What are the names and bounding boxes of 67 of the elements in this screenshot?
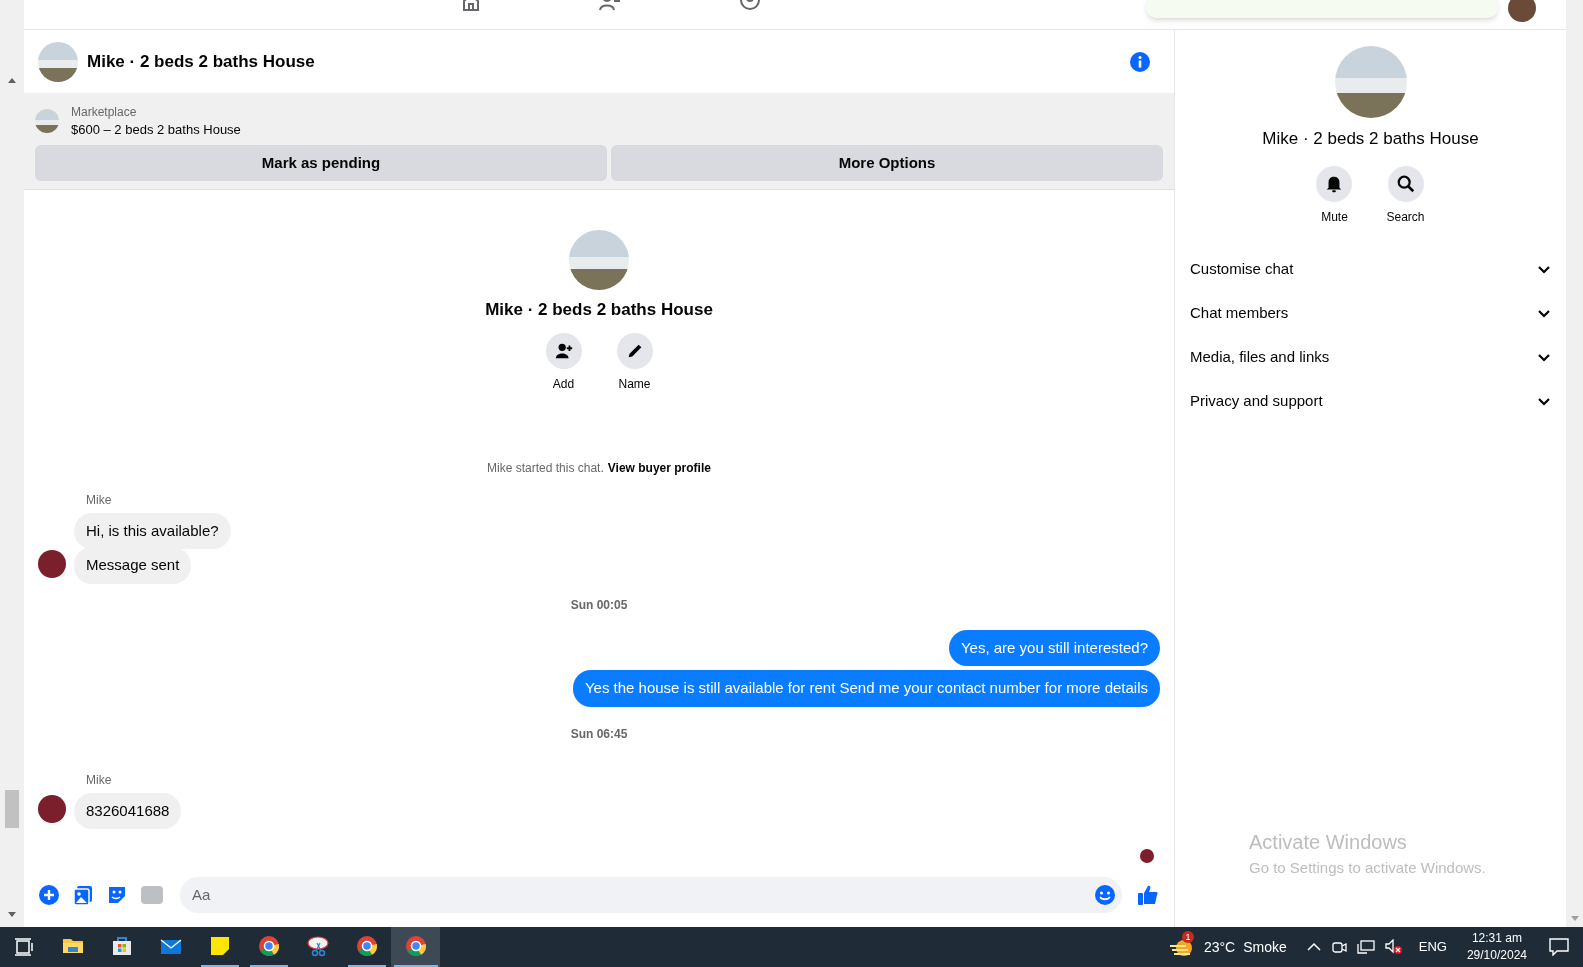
clock[interactable]: 12:31 am 29/10/2024: [1466, 930, 1527, 964]
action-label[interactable]: Mute: [1321, 207, 1348, 226]
task-view-icon[interactable]: [14, 938, 34, 956]
notifications-icon[interactable]: [1549, 938, 1569, 956]
action-label[interactable]: Add: [552, 374, 575, 393]
browser-icon[interactable]: [354, 934, 379, 958]
meet-icon[interactable]: [1330, 939, 1347, 955]
browser-icon[interactable]: [256, 934, 281, 958]
scissors-icon[interactable]: [305, 934, 330, 958]
notification-badge: 1: [1181, 931, 1194, 943]
action-label[interactable]: Name: [618, 374, 651, 393]
chat-notice: Mike started this chat.: [487, 459, 604, 477]
browser-icon[interactable]: [403, 934, 428, 958]
sticker-icon[interactable]: [106, 884, 128, 906]
sender-name: Mike: [86, 771, 113, 789]
search-icon[interactable]: [1395, 173, 1416, 194]
message-field[interactable]: Aa: [180, 877, 1122, 913]
chevron-down-icon[interactable]: [1537, 264, 1551, 275]
message-bubble: 8326041688: [74, 792, 182, 829]
buyer-profile-link[interactable]: View buyer profile: [607, 458, 711, 477]
section-toggle[interactable]: Customise chat: [1190, 247, 1551, 292]
photo-placeholder: [35, 109, 59, 133]
photo-placeholder: [569, 230, 629, 290]
thumbs-up-icon[interactable]: [1136, 883, 1160, 907]
weather-condition[interactable]: Smoke: [1243, 936, 1287, 958]
listing-title[interactable]: $600 – 2 beds 2 baths House: [71, 121, 241, 139]
listing-action-button[interactable]: More Options: [611, 145, 1163, 181]
muted-speaker-icon[interactable]: [1384, 939, 1403, 955]
read-receipt-avatar: [1140, 849, 1154, 863]
avatar: [38, 549, 66, 578]
chat-title: Mike · 2 beds 2 baths House: [1262, 128, 1479, 150]
listing-action-button[interactable]: Mark as pending: [35, 145, 607, 181]
message-bubble: Hi, is this available?: [74, 512, 231, 549]
section-toggle[interactable]: Privacy and support: [1190, 379, 1551, 424]
message-bubble: Yes the house is still available for rent Send me your contact number for more details: [572, 670, 1160, 707]
photo-placeholder: [38, 41, 78, 82]
message-bubble: Yes, are you still interested?: [948, 629, 1160, 666]
activation-subtitle: Go to Settings to activate Windows.: [1249, 857, 1487, 878]
chat-title[interactable]: Mike · 2 beds 2 baths House: [87, 48, 1120, 75]
scroll-down-arrow-icon[interactable]: [8, 912, 16, 917]
sender-name: Mike: [86, 491, 113, 509]
activation-title: Activate Windows: [1249, 829, 1408, 855]
avatar: [38, 795, 66, 823]
listing-label: Marketplace: [71, 104, 138, 121]
scroll-up-arrow-icon[interactable]: [8, 78, 16, 83]
chevron-down-icon[interactable]: [1537, 308, 1551, 319]
chevron-up-icon[interactable]: [1306, 942, 1321, 952]
section-toggle[interactable]: Media, files and links: [1190, 335, 1551, 380]
message-timestamp: Sun 00:05: [570, 596, 628, 614]
message-timestamp: Sun 06:45: [570, 725, 628, 743]
language-indicator[interactable]: ENG: [1418, 937, 1447, 957]
temperature[interactable]: 23°C: [1203, 936, 1236, 958]
chevron-down-icon[interactable]: [1537, 396, 1551, 407]
network-icon[interactable]: [1356, 939, 1375, 955]
chat-title: Mike · 2 beds 2 baths House: [485, 299, 713, 321]
info-icon[interactable]: [1129, 50, 1151, 73]
weather-icon[interactable]: [1169, 938, 1194, 958]
section-toggle[interactable]: Chat members: [1190, 291, 1551, 336]
message-bubble: Message sent: [74, 547, 192, 584]
avatar[interactable]: [1508, 0, 1536, 22]
plus-icon[interactable]: [38, 884, 60, 906]
action-label[interactable]: Search: [1386, 207, 1425, 226]
scrollbar-thumb[interactable]: [5, 790, 19, 828]
chevron-down-icon[interactable]: [1537, 352, 1551, 363]
image-icon[interactable]: [72, 884, 94, 906]
message-input[interactable]: Aa: [192, 883, 1094, 907]
emoji-icon[interactable]: [1094, 884, 1116, 906]
